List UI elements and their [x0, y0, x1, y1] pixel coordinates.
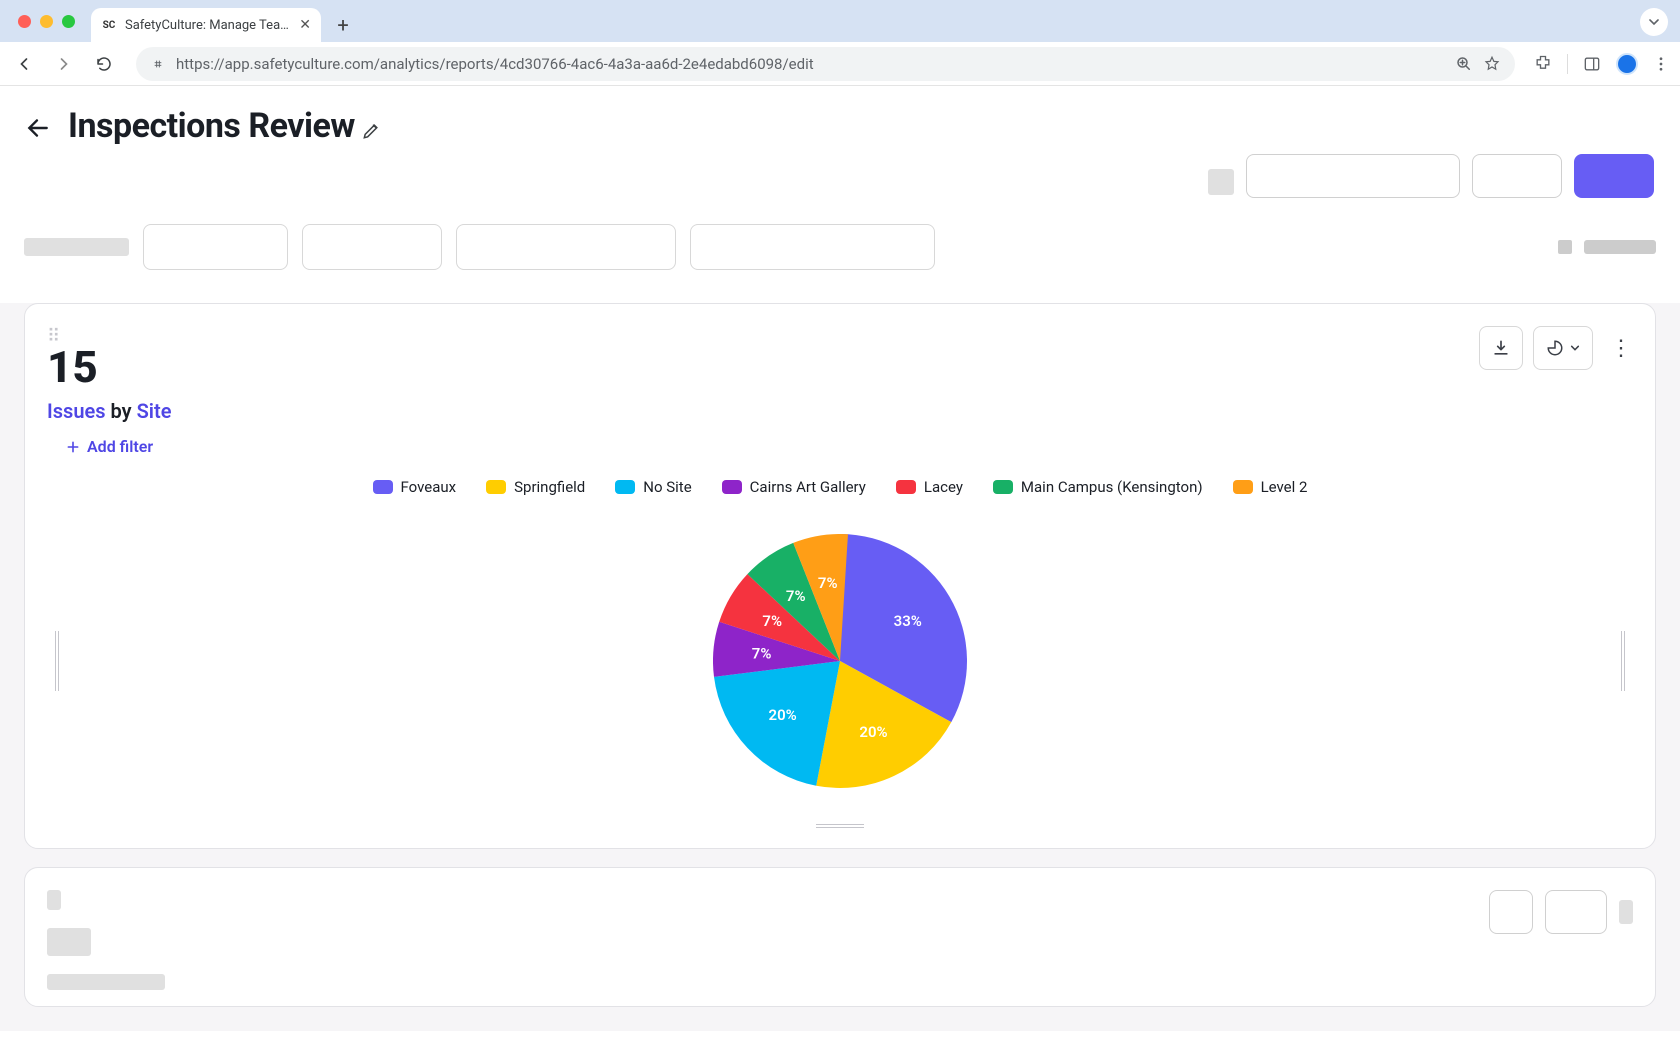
- nav-forward-button[interactable]: [50, 50, 78, 78]
- card-menu-icon[interactable]: ⋮: [1609, 336, 1633, 361]
- bookmark-star-icon[interactable]: [1483, 55, 1501, 73]
- placeholder-button[interactable]: [1246, 154, 1460, 198]
- filter-chip[interactable]: [690, 224, 935, 270]
- zoom-icon[interactable]: [1455, 55, 1473, 73]
- legend-swatch: [722, 480, 742, 494]
- address-bar[interactable]: https://app.safetyculture.com/analytics/…: [136, 47, 1515, 81]
- placeholder-subtitle: [47, 974, 165, 990]
- download-button[interactable]: [1479, 326, 1523, 370]
- placeholder-value: [47, 928, 91, 956]
- plus-icon: [65, 439, 81, 455]
- nav-back-button[interactable]: [10, 50, 38, 78]
- legend-swatch: [896, 480, 916, 494]
- placeholder-menu[interactable]: [1619, 900, 1633, 924]
- nav-reload-button[interactable]: [90, 50, 118, 78]
- legend-label: Lacey: [924, 478, 963, 496]
- legend-swatch: [373, 480, 393, 494]
- pie-slice-label: 7%: [752, 645, 772, 663]
- legend-label: No Site: [643, 478, 691, 496]
- window-traffic-lights: [12, 0, 85, 42]
- metric-value: 15: [47, 341, 171, 393]
- legend-label: Level 2: [1261, 478, 1308, 496]
- legend-label: Foveaux: [401, 478, 457, 496]
- resize-handle-right[interactable]: [1621, 631, 1625, 691]
- toolbar-separator: [1567, 54, 1568, 74]
- placeholder-label: [24, 238, 129, 256]
- chart-legend: Foveaux Springfield No Site Cairns Art Gall…: [47, 478, 1633, 496]
- browser-tab[interactable]: SC SafetyCulture: Manage Teams and… ✕: [91, 8, 321, 42]
- placeholder-label: [1584, 240, 1656, 254]
- legend-swatch: [486, 480, 506, 494]
- favicon-icon: SC: [101, 17, 117, 33]
- pie-slice-label: 20%: [859, 723, 887, 741]
- legend-label: Springfield: [514, 478, 585, 496]
- window-minimize-icon[interactable]: [40, 15, 53, 28]
- legend-item[interactable]: Foveaux: [373, 478, 457, 496]
- page-header: Inspections Review: [0, 86, 1680, 146]
- placeholder-icon: [1558, 240, 1572, 254]
- placeholder-button[interactable]: [1472, 154, 1562, 198]
- filter-row: [0, 210, 1680, 285]
- chart-card-placeholder: [24, 867, 1656, 1007]
- sidepanel-icon[interactable]: [1582, 54, 1602, 74]
- pie-slice-label: 20%: [768, 706, 796, 724]
- placeholder-button[interactable]: [1489, 890, 1533, 934]
- edit-title-icon[interactable]: [361, 121, 383, 143]
- legend-item[interactable]: Main Campus (Kensington): [993, 478, 1203, 496]
- legend-label: Main Campus (Kensington): [1021, 478, 1203, 496]
- tab-title: SafetyCulture: Manage Teams and…: [125, 18, 291, 33]
- placeholder-handle: [47, 890, 61, 910]
- legend-item[interactable]: No Site: [615, 478, 691, 496]
- pie-icon: [1546, 339, 1564, 357]
- pie-slice-label: 7%: [786, 587, 806, 605]
- window-close-icon[interactable]: [18, 15, 31, 28]
- pie-slice-label: 7%: [762, 612, 782, 630]
- pie-chart: 33%20%20%7%7%7%7%: [47, 506, 1633, 816]
- metric-subtitle: Issues by Site: [47, 399, 171, 423]
- back-button[interactable]: [24, 114, 52, 142]
- metric-dimension[interactable]: Site: [137, 399, 172, 423]
- chart-card-issues-by-site: ⠿ 15 Issues by Site Add filter: [24, 303, 1656, 849]
- pie-slice-label: 33%: [894, 612, 922, 630]
- legend-item[interactable]: Level 2: [1233, 478, 1308, 496]
- tab-close-icon[interactable]: ✕: [299, 17, 311, 33]
- placeholder-button[interactable]: [1545, 890, 1607, 934]
- profile-avatar[interactable]: [1616, 53, 1638, 75]
- add-filter-label: Add filter: [87, 437, 153, 456]
- chart-type-dropdown[interactable]: [1533, 326, 1593, 370]
- pie-slice-label: 7%: [818, 574, 838, 592]
- filter-chip[interactable]: [302, 224, 442, 270]
- metric-by: by: [111, 399, 132, 423]
- legend-item[interactable]: Lacey: [896, 478, 963, 496]
- legend-swatch: [615, 480, 635, 494]
- legend-item[interactable]: Cairns Art Gallery: [722, 478, 866, 496]
- window-fullscreen-icon[interactable]: [62, 15, 75, 28]
- legend-item[interactable]: Springfield: [486, 478, 585, 496]
- address-url: https://app.safetyculture.com/analytics/…: [176, 55, 1445, 73]
- site-settings-icon[interactable]: [150, 56, 166, 72]
- placeholder-icon: [1208, 169, 1234, 195]
- resize-handle-left[interactable]: [55, 631, 59, 691]
- tabs-dropdown-icon[interactable]: [1640, 8, 1668, 36]
- browser-toolbar: https://app.safetyculture.com/analytics/…: [0, 42, 1680, 86]
- legend-label: Cairns Art Gallery: [750, 478, 866, 496]
- legend-swatch: [993, 480, 1013, 494]
- primary-action-button[interactable]: [1574, 154, 1654, 198]
- browser-tabbar: SC SafetyCulture: Manage Teams and… ✕ +: [0, 0, 1680, 42]
- header-actions: [0, 154, 1664, 210]
- extensions-icon[interactable]: [1533, 54, 1553, 74]
- legend-swatch: [1233, 480, 1253, 494]
- resize-handle-bottom[interactable]: [816, 824, 864, 830]
- add-filter-button[interactable]: Add filter: [65, 437, 171, 456]
- metric-link[interactable]: Issues: [47, 399, 106, 423]
- chevron-down-icon: [1570, 343, 1580, 353]
- filter-chip[interactable]: [143, 224, 288, 270]
- filter-chip[interactable]: [456, 224, 676, 270]
- browser-menu-icon[interactable]: [1652, 55, 1670, 73]
- new-tab-button[interactable]: +: [329, 11, 357, 39]
- page-title: Inspections Review: [68, 106, 355, 146]
